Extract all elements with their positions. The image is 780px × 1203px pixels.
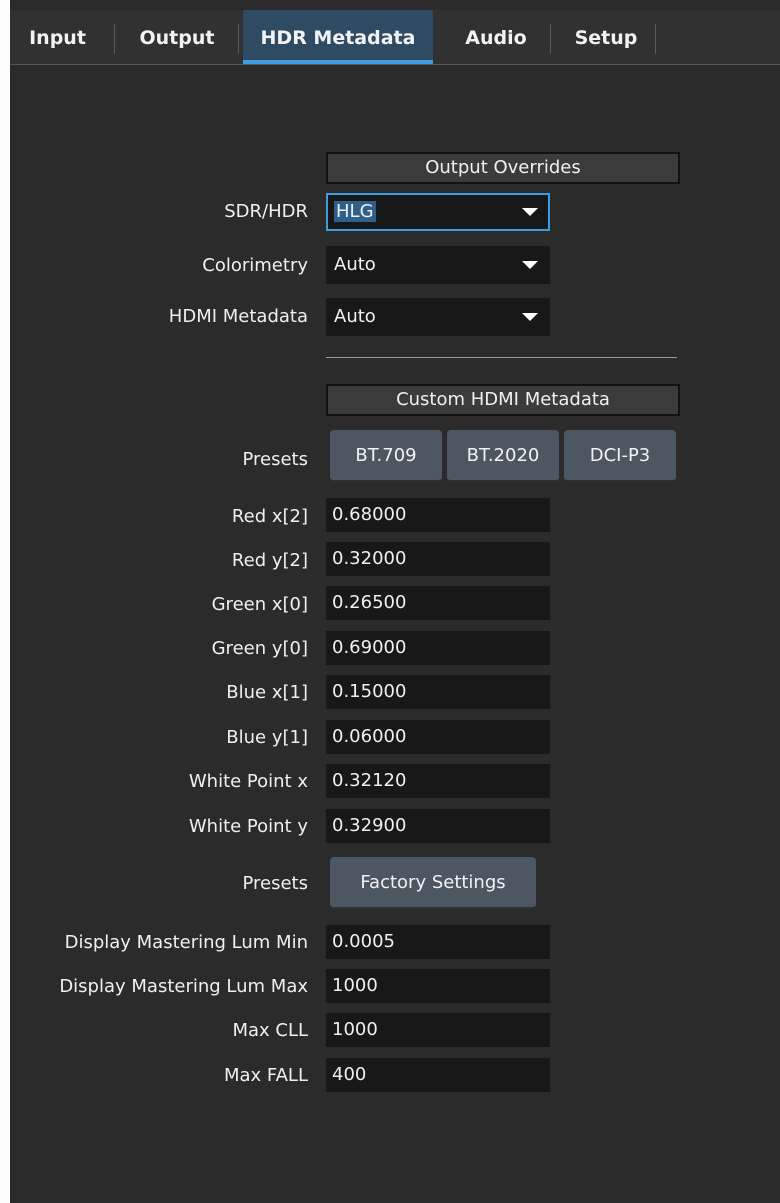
presets-label-2: Presets [242,873,308,894]
preset-bt2020-button[interactable]: BT.2020 [447,430,559,482]
hdr-settings-window: Input Output HDR Metadata Audio Setup Ou… [10,0,780,1203]
red-y-field[interactable]: 0.32000 [326,542,550,576]
section-divider [326,357,677,358]
lum-max-field[interactable]: 1000 [326,969,550,1003]
blue-y-field[interactable]: 0.06000 [326,720,550,754]
white-point-y-field[interactable]: 0.32900 [326,809,550,843]
tab-separator [114,24,115,54]
red-y-label: Red y[2] [231,550,308,571]
max-fall-label: Max FALL [223,1065,308,1086]
tab-input[interactable]: Input [10,10,105,64]
white-point-x-field[interactable]: 0.32120 [326,764,550,798]
colorimetry-label: Colorimetry [202,255,308,276]
tab-separator [655,24,656,54]
preset-dcip3-button[interactable]: DCI-P3 [564,430,676,482]
green-x-field[interactable]: 0.26500 [326,586,550,620]
white-point-y-label: White Point y [188,816,308,837]
tab-output[interactable]: Output [122,10,232,64]
green-y-label: Green y[0] [211,638,308,659]
sdr-hdr-value: HLG [334,201,376,222]
max-cll-label: Max CLL [232,1020,308,1041]
hdmi-metadata-label: HDMI Metadata [168,306,308,327]
white-point-x-label: White Point x [188,771,308,792]
factory-settings-button[interactable]: Factory Settings [330,857,536,909]
tab-setup[interactable]: Setup [558,10,654,64]
tab-audio[interactable]: Audio [446,10,546,64]
red-x-label: Red x[2] [231,506,308,527]
dropdown-arrow-icon [522,313,538,321]
max-cll-field[interactable]: 1000 [326,1013,550,1047]
presets-label: Presets [242,449,308,470]
dropdown-arrow-icon [522,208,538,216]
tab-hdr-metadata[interactable]: HDR Metadata [243,10,433,64]
hdmi-metadata-dropdown[interactable]: Auto [326,298,550,336]
green-x-label: Green x[0] [211,594,308,615]
red-x-field[interactable]: 0.68000 [326,498,550,532]
colorimetry-dropdown[interactable]: Auto [326,246,550,284]
blue-x-field[interactable]: 0.15000 [326,675,550,709]
preset-bt709-button[interactable]: BT.709 [330,430,442,482]
hdmi-metadata-value: Auto [334,306,376,327]
lum-min-label: Display Mastering Lum Min [64,932,308,953]
sdr-hdr-dropdown[interactable]: HLG [326,193,550,231]
green-y-field[interactable]: 0.69000 [326,631,550,665]
blue-y-label: Blue y[1] [226,727,308,748]
custom-metadata-header: Custom HDMI Metadata [326,384,680,416]
tab-bar: Input Output HDR Metadata Audio Setup [10,10,780,65]
dropdown-arrow-icon [522,261,538,269]
colorimetry-value: Auto [334,254,376,275]
sdr-hdr-label: SDR/HDR [224,201,308,222]
blue-x-label: Blue x[1] [226,682,308,703]
tab-separator [238,24,239,54]
lum-min-field[interactable]: 0.0005 [326,925,550,959]
lum-max-label: Display Mastering Lum Max [59,976,308,997]
output-overrides-header: Output Overrides [326,152,680,184]
tab-separator [550,24,551,54]
max-fall-field[interactable]: 400 [326,1058,550,1092]
